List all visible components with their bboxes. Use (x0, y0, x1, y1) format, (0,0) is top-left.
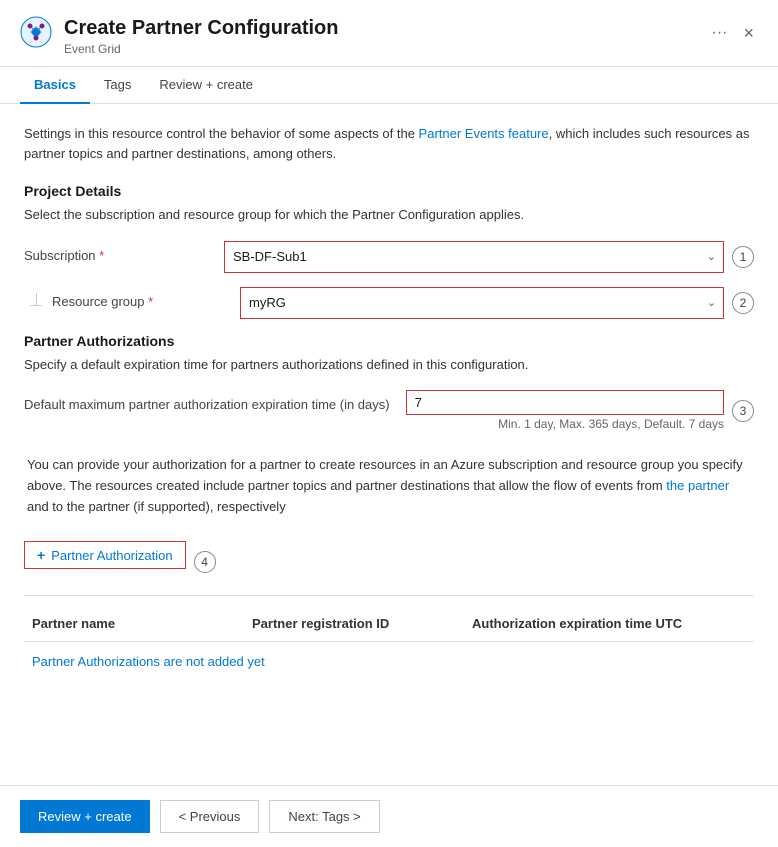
resource-group-group: Resource group * myRG ⌄ 2 (24, 287, 754, 319)
subscription-group: Subscription * SB-DF-Sub1 ⌄ 1 (24, 241, 754, 273)
default-max-group: Default maximum partner authorization ex… (24, 390, 754, 431)
partner-auth-table: Partner name Partner registration ID Aut… (24, 595, 754, 681)
header-actions: ··· × (708, 20, 759, 46)
default-max-input[interactable] (406, 390, 724, 415)
col-partner-name: Partner name (24, 612, 244, 635)
add-button-label: Partner Authorization (51, 548, 172, 563)
step-badge-4: 4 (194, 551, 216, 573)
partner-auth-title: Partner Authorizations (24, 333, 754, 349)
add-partner-authorization-button[interactable]: + Partner Authorization (24, 541, 186, 569)
more-options-button[interactable]: ··· (708, 20, 732, 46)
subscription-select[interactable]: SB-DF-Sub1 (224, 241, 724, 273)
subscription-select-wrapper: SB-DF-Sub1 ⌄ (224, 241, 724, 273)
default-max-hint: Min. 1 day, Max. 365 days, Default. 7 da… (406, 417, 724, 431)
header-text: Create Partner Configuration Event Grid (64, 16, 708, 56)
col-expiration-time: Authorization expiration time UTC (464, 612, 754, 635)
default-max-label: Default maximum partner authorization ex… (24, 390, 406, 414)
create-partner-config-dialog: Create Partner Configuration Event Grid … (0, 0, 778, 847)
dialog-subtitle: Event Grid (64, 42, 708, 56)
step-badge-1: 1 (732, 246, 754, 268)
sub-label-group: Resource group * (24, 293, 224, 311)
resource-group-control: myRG ⌄ 2 (240, 287, 754, 319)
dialog-header: Create Partner Configuration Event Grid … (0, 0, 778, 67)
default-max-control: Min. 1 day, Max. 365 days, Default. 7 da… (406, 390, 754, 431)
step-badge-3: 3 (732, 400, 754, 422)
resource-group-label: Resource group * (52, 293, 153, 311)
resource-group-required: * (148, 294, 153, 309)
step-badge-2: 2 (732, 292, 754, 314)
partner-events-link[interactable]: Partner Events feature (419, 126, 549, 141)
auth-info-text: You can provide your authorization for a… (27, 455, 754, 517)
subscription-label: Subscription * (24, 247, 224, 265)
tab-basics[interactable]: Basics (20, 67, 90, 104)
subscription-required: * (99, 248, 104, 263)
tab-tags[interactable]: Tags (90, 67, 145, 104)
col-registration-id: Partner registration ID (244, 612, 464, 635)
next-tags-button[interactable]: Next: Tags > (269, 800, 379, 833)
review-create-button[interactable]: Review + create (20, 800, 150, 833)
tabs-bar: Basics Tags Review + create (0, 67, 778, 104)
default-max-input-col: Min. 1 day, Max. 365 days, Default. 7 da… (406, 390, 724, 431)
close-button[interactable]: × (739, 20, 758, 46)
project-details-title: Project Details (24, 183, 754, 199)
project-details-desc: Select the subscription and resource gro… (24, 205, 754, 225)
plus-icon: + (37, 547, 45, 563)
resource-group-label-wrapper: Resource group * (24, 293, 240, 311)
tab-review-create[interactable]: Review + create (145, 67, 267, 104)
main-content: Settings in this resource control the be… (0, 104, 778, 785)
basics-description: Settings in this resource control the be… (24, 124, 754, 163)
resource-group-select-wrapper: myRG ⌄ (240, 287, 724, 319)
previous-button[interactable]: < Previous (160, 800, 260, 833)
partner-authorizations-section: Partner Authorizations Specify a default… (24, 333, 754, 682)
dialog-title: Create Partner Configuration (64, 16, 708, 40)
add-auth-row: + Partner Authorization 4 (24, 541, 754, 583)
partner-auth-desc: Specify a default expiration time for pa… (24, 355, 754, 375)
table-empty-message: Partner Authorizations are not added yet (24, 642, 754, 681)
footer: Review + create < Previous Next: Tags > (0, 785, 778, 847)
table-header-row: Partner name Partner registration ID Aut… (24, 606, 754, 642)
auth-info-box: You can provide your authorization for a… (24, 445, 754, 527)
resource-group-select[interactable]: myRG (240, 287, 724, 319)
partner-link[interactable]: the partner (666, 478, 729, 493)
event-grid-icon (20, 16, 52, 48)
subscription-control: SB-DF-Sub1 ⌄ 1 (224, 241, 754, 273)
